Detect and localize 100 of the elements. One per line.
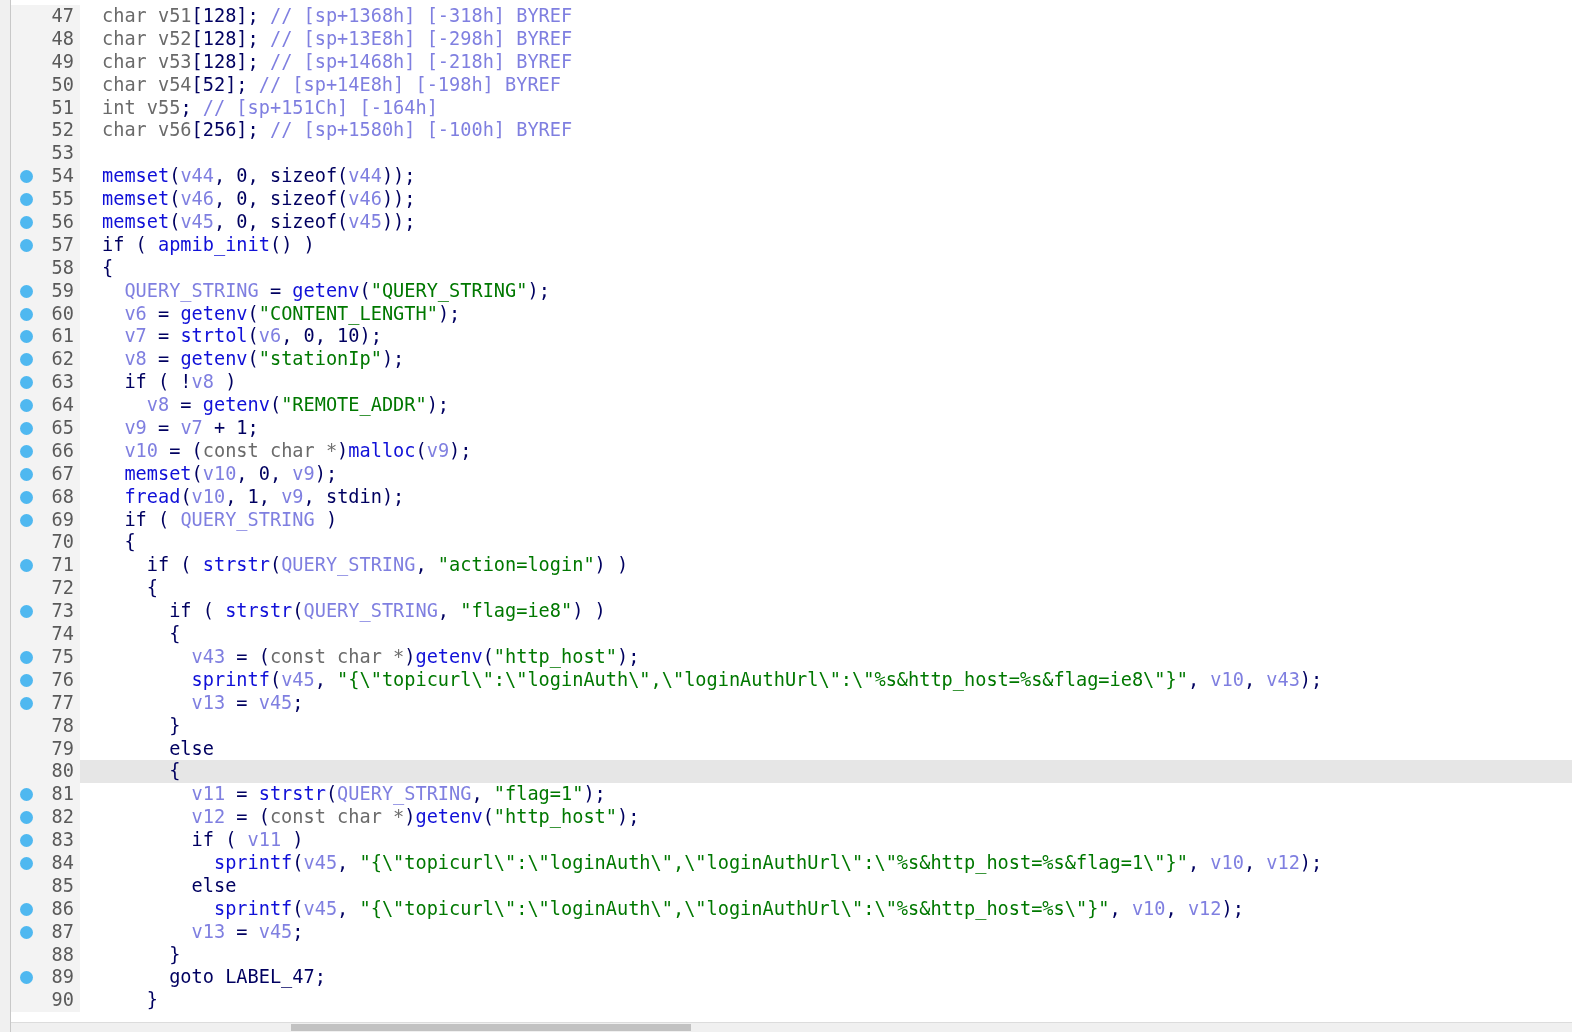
code-line: char v52[128]; // [sp+13E8h] [-298h] BYREF [102, 27, 573, 51]
breakpoint-icon[interactable] [20, 376, 33, 390]
code-line: v7 = strtol(v6, 0, 10); [123, 325, 382, 349]
code-line: } [145, 989, 158, 1013]
breakpoint-icon[interactable] [20, 513, 33, 527]
code-line: } [168, 943, 181, 967]
code-line: sprintf(v45, "{\"topicurl\":\"loginAuth\",\"loginAuthUrl\":\"%s&http_host=%s&flag=ie8\"}", v10, v43); [190, 668, 1323, 692]
breakpoint-icon[interactable] [20, 673, 33, 687]
line-number: 74 [51, 623, 74, 646]
code-line: if ( strstr(QUERY_STRING, "action=login") ) [145, 554, 629, 578]
code-line: if ( strstr(QUERY_STRING, "flag=ie8") ) [168, 600, 606, 624]
line-number: 55 [51, 188, 74, 212]
line-number: 75 [51, 645, 74, 669]
breakpoint-icon[interactable] [20, 902, 33, 916]
line-number: 87 [51, 920, 74, 944]
breakpoint-icon[interactable] [20, 971, 33, 985]
code-line: memset(v44, 0, sizeof(v44)); [102, 165, 416, 189]
breakpoint-icon[interactable] [20, 811, 33, 825]
code-line: { [102, 256, 114, 280]
breakpoint-icon[interactable] [20, 238, 33, 252]
line-number: 54 [51, 165, 74, 189]
code-line: memset(v10, 0, v9); [123, 462, 338, 486]
line-number: 81 [51, 783, 74, 807]
breakpoint-icon[interactable] [20, 422, 33, 436]
breakpoint-icon[interactable] [20, 193, 33, 207]
breakpoint-icon[interactable] [20, 170, 33, 184]
code-line: sprintf(v45, "{\"topicurl\":\"loginAuth\",\"loginAuthUrl\":\"%s&http_host=%s\"}", v10, v12); [212, 897, 1244, 921]
breakpoint-icon[interactable] [20, 490, 33, 504]
code-line: v8 = getenv("stationIp"); [123, 348, 405, 372]
line-number: 52 [51, 119, 74, 143]
code-line: if ( QUERY_STRING ) [123, 508, 338, 532]
code-line: char v51[128]; // [sp+1368h] [-318h] BYREF [102, 5, 573, 28]
code-line: if ( apmib_init() ) [102, 233, 315, 257]
code-line: char v54[52]; // [sp+14E8h] [-198h] BYREF [102, 73, 561, 97]
code-line: v13 = v45; [190, 691, 304, 715]
code-line: else [190, 874, 237, 898]
line-number: 67 [51, 462, 74, 486]
line-number: 69 [51, 508, 74, 532]
breakpoint-icon[interactable] [20, 444, 33, 458]
horizontal-scrollbar[interactable] [11, 1022, 1572, 1032]
line-number: 72 [51, 577, 74, 601]
line-number: 63 [51, 371, 74, 395]
line-number: 60 [51, 302, 74, 326]
line-number: 57 [51, 233, 74, 257]
breakpoint-icon[interactable] [20, 925, 33, 939]
line-number: 78 [51, 714, 74, 738]
code-line: if ( v11 ) [190, 829, 304, 852]
code-line: } [168, 714, 181, 738]
line-number: 48 [51, 27, 74, 51]
code-line: v10 = (const char *)malloc(v9); [123, 439, 472, 463]
line-number: 84 [51, 851, 74, 875]
line-number: 73 [51, 600, 74, 624]
line-number: 50 [51, 73, 74, 97]
breakpoint-icon[interactable] [20, 605, 33, 619]
line-number: 68 [51, 485, 74, 509]
code-line: int v55; // [sp+151Ch] [-164h] [102, 96, 438, 120]
line-number: 62 [51, 348, 74, 372]
line-number: 49 [51, 50, 74, 74]
code-line: v8 = getenv("REMOTE_ADDR"); [145, 394, 450, 418]
line-number: 90 [51, 989, 74, 1013]
code-line: v43 = (const char *)getenv("http_host"); [190, 645, 640, 669]
code-line: QUERY_STRING = getenv("QUERY_STRING"); [123, 279, 550, 303]
code-line: memset(v46, 0, sizeof(v46)); [102, 188, 416, 212]
breakpoint-icon[interactable] [20, 330, 33, 344]
line-number: 64 [51, 394, 74, 418]
breakpoint-icon[interactable] [20, 399, 33, 413]
breakpoint-icon[interactable] [20, 307, 33, 321]
line-number: 58 [51, 256, 74, 280]
code-line: v9 = v7 + 1; [123, 417, 259, 440]
breakpoint-icon[interactable] [20, 650, 33, 664]
code-line: v12 = (const char *)getenv("http_host"); [190, 806, 640, 830]
code-line: { [168, 760, 181, 784]
code-line: if ( !v8 ) [123, 371, 237, 395]
code-line: goto LABEL_47; [168, 966, 326, 990]
breakpoint-icon[interactable] [20, 353, 33, 367]
line-number: 59 [51, 279, 74, 303]
breakpoint-icon[interactable] [20, 856, 33, 870]
code-line: memset(v45, 0, sizeof(v45)); [102, 211, 416, 234]
breakpoint-icon[interactable] [20, 559, 33, 573]
breakpoint-icon[interactable] [20, 696, 33, 710]
breakpoint-icon[interactable] [20, 834, 33, 848]
code-line: char v53[128]; // [sp+1468h] [-218h] BYREF [102, 50, 573, 74]
line-number: 70 [51, 531, 74, 555]
breakpoint-icon[interactable] [20, 284, 33, 298]
line-number: 66 [51, 439, 74, 463]
breakpoint-icon[interactable] [20, 467, 33, 481]
line-number: 83 [51, 829, 74, 852]
code-line: { [123, 531, 136, 555]
line-number: 47 [51, 5, 74, 28]
line-number: 56 [51, 211, 74, 234]
line-number: 71 [51, 554, 74, 578]
code-line: else [168, 737, 214, 761]
line-number: 85 [51, 874, 74, 898]
breakpoint-icon[interactable] [20, 216, 33, 229]
code-line: v13 = v45; [190, 920, 304, 944]
code-line: { [168, 623, 181, 646]
code-line: fread(v10, 1, v9, stdin); [123, 485, 405, 509]
breakpoint-icon[interactable] [20, 788, 33, 802]
line-number: 77 [51, 691, 74, 715]
code-line: { [145, 577, 158, 601]
